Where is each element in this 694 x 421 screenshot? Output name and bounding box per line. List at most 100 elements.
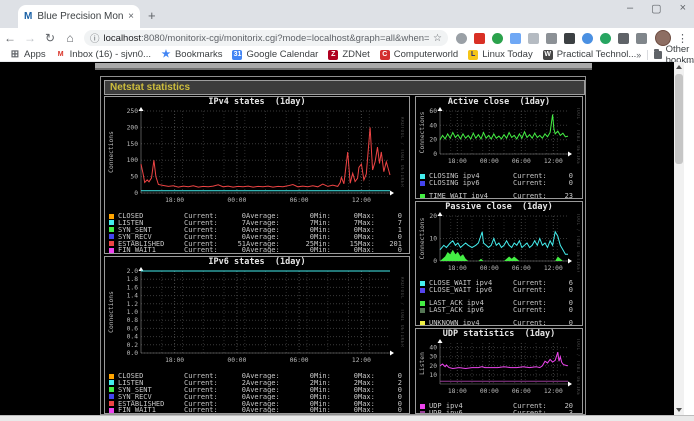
green-circle-extension-icon[interactable] xyxy=(600,33,611,44)
legend-swatch xyxy=(420,301,425,306)
svg-text:1.4: 1.4 xyxy=(127,293,139,300)
svg-text:00:00: 00:00 xyxy=(227,357,246,364)
svg-text:1.6: 1.6 xyxy=(127,284,139,291)
address-bar[interactable]: ⓘ localhost :8080/monitorix-cgi/monitori… xyxy=(84,30,448,46)
bookmark-item-5[interactable]: C Computerworld xyxy=(380,49,458,60)
scroll-down-arrow-icon[interactable] xyxy=(676,408,682,412)
ipv4-chart-title: IPv4 states (1day) xyxy=(105,97,409,107)
svg-text:00:00: 00:00 xyxy=(480,388,499,395)
blue-pages-extension-icon[interactable] xyxy=(510,33,521,44)
ipv4-states-graph[interactable]: 05010015020025018:0000:0006:0012:00Conne… xyxy=(105,107,404,205)
site-info-icon[interactable]: ⓘ xyxy=(90,31,100,45)
svg-text:18:00: 18:00 xyxy=(165,357,184,364)
svg-text:10: 10 xyxy=(429,372,437,379)
legend-row: FIN_WAIT2Current:0Average:0Min:0Max:0 xyxy=(109,253,409,254)
green-share-extension-icon[interactable] xyxy=(492,33,503,44)
legend-swatch xyxy=(420,194,425,199)
legend-swatch xyxy=(109,401,114,406)
svg-text:Listen: Listen xyxy=(419,352,426,375)
legend-swatch xyxy=(109,220,114,225)
svg-text:40: 40 xyxy=(429,122,437,129)
new-tab-button[interactable]: + xyxy=(148,8,156,23)
legend-swatch xyxy=(420,174,425,179)
blue-oval-extension-icon[interactable] xyxy=(582,33,593,44)
bookmark-favicon: C xyxy=(380,50,390,60)
puzzle-extension-icon[interactable] xyxy=(618,33,629,44)
bookmark-star-icon[interactable]: ☆ xyxy=(433,33,442,44)
svg-text:RRDTOOL / TOBI OETIKER: RRDTOOL / TOBI OETIKER xyxy=(575,212,580,272)
svg-text:06:00: 06:00 xyxy=(512,158,531,165)
bookmark-item-4[interactable]: Z ZDNet xyxy=(328,49,369,60)
svg-text:RRDTOOL / TOBI OETIKER: RRDTOOL / TOBI OETIKER xyxy=(399,277,404,348)
svg-text:1.8: 1.8 xyxy=(127,276,139,283)
ipv6-states-panel: IPv6 states (1day) 0.00.20.40.60.81.01.2… xyxy=(104,256,410,414)
scrollbar-thumb[interactable] xyxy=(675,74,683,164)
ipv6-chart-title: IPv6 states (1day) xyxy=(105,257,409,267)
legend-row: LAST_ACK ipv6Current:0 xyxy=(420,306,582,313)
forward-button[interactable]: → xyxy=(20,31,40,45)
extension-icons-row xyxy=(456,33,647,44)
monitorix-page: Netstat statistics IPv4 states (1day) 05… xyxy=(0,62,684,415)
window-close-button[interactable]: × xyxy=(680,2,686,15)
gray-page-extension-icon[interactable] xyxy=(528,33,539,44)
maximize-button[interactable]: ▢ xyxy=(651,2,661,15)
legend-swatch xyxy=(420,321,425,326)
active-close-graph[interactable]: 020406018:0000:0006:0012:00ConnectionsRR… xyxy=(416,107,580,165)
playlist-extension-icon[interactable] xyxy=(636,33,647,44)
udp-statistics-graph[interactable]: 1020304018:0000:0006:0012:00ListenRRDTOO… xyxy=(416,339,580,395)
svg-text:0.4: 0.4 xyxy=(127,334,139,341)
bookmark-item-3[interactable]: 31 Google Calendar xyxy=(232,49,318,60)
legend-row: UDP ipv4Current:20 xyxy=(420,402,582,409)
bookmark-item-6[interactable]: L Linux Today xyxy=(468,49,533,60)
browser-tab[interactable]: M Blue Precision Monitorix × xyxy=(18,5,140,28)
bookmark-favicon: ★ xyxy=(161,50,171,60)
legend-swatch xyxy=(109,248,114,253)
gmail-extension-icon[interactable] xyxy=(474,33,485,44)
legend-swatch xyxy=(109,374,114,379)
svg-text:Connections: Connections xyxy=(419,111,426,153)
reload-button[interactable]: ↻ xyxy=(40,31,60,45)
legend-swatch xyxy=(109,394,114,399)
tab-close-icon[interactable]: × xyxy=(128,11,134,22)
dark-square-extension-icon[interactable] xyxy=(564,33,575,44)
bookmark-item-7[interactable]: W Practical Technol... xyxy=(543,49,637,60)
svg-text:0.2: 0.2 xyxy=(127,342,139,349)
minimize-button[interactable]: – xyxy=(627,2,633,15)
page-scrollbar[interactable] xyxy=(674,62,684,415)
netstat-section: Netstat statistics IPv4 states (1day) 05… xyxy=(100,76,586,415)
bookmark-item-1[interactable]: M Inbox (16) - sjvn0... xyxy=(56,49,151,60)
svg-text:00:00: 00:00 xyxy=(480,265,499,272)
legend-swatch xyxy=(420,411,425,415)
svg-text:00:00: 00:00 xyxy=(480,158,499,165)
svg-text:18:00: 18:00 xyxy=(448,388,467,395)
passive-close-title: Passive close (1day) xyxy=(416,202,582,212)
previous-section-edge xyxy=(95,63,592,70)
bookmark-item-0[interactable]: ⊞ Apps xyxy=(10,49,46,60)
svg-text:18:00: 18:00 xyxy=(448,158,467,165)
section-title: Netstat statistics xyxy=(104,80,585,95)
svg-text:RRDTOOL / TOBI OETIKER: RRDTOOL / TOBI OETIKER xyxy=(575,339,580,395)
monitorix-favicon: M xyxy=(24,11,32,22)
legend-row: LAST_ACK ipv4Current:0 xyxy=(420,299,582,306)
ipv6-legend: CLOSEDCurrent:0Average:0Min:0Max:0LISTEN… xyxy=(105,370,409,414)
svg-text:12:00: 12:00 xyxy=(352,197,371,204)
legend-swatch xyxy=(420,404,425,409)
svg-text:06:00: 06:00 xyxy=(512,388,531,395)
cast-extension-icon[interactable] xyxy=(546,33,557,44)
svg-text:06:00: 06:00 xyxy=(512,265,531,272)
svg-text:0: 0 xyxy=(433,258,437,265)
passive-close-graph[interactable]: 0102018:0000:0006:0012:00ConnectionsRRDT… xyxy=(416,212,580,272)
magnifier-extension-icon[interactable] xyxy=(456,33,467,44)
bookmark-favicon: M xyxy=(56,50,66,60)
scroll-up-arrow-icon[interactable] xyxy=(676,65,682,69)
ipv4-legend: CLOSEDCurrent:0Average:0Min:0Max:0LISTEN… xyxy=(105,210,409,254)
legend-swatch xyxy=(420,181,425,186)
legend-row: SYN_RECVCurrent:0Average:0Min:0Max:0 xyxy=(109,233,409,240)
legend-row: UNKNOWN ipv4Current:0 xyxy=(420,319,582,326)
bookmark-favicon: W xyxy=(543,50,553,60)
home-button[interactable]: ⌂ xyxy=(60,31,80,45)
ipv6-states-graph[interactable]: 0.00.20.40.60.81.01.21.41.61.82.018:0000… xyxy=(105,267,404,365)
back-button[interactable]: ← xyxy=(0,31,20,45)
bookmarks-overflow-icon[interactable]: » xyxy=(636,50,641,60)
bookmark-item-2[interactable]: ★ Bookmarks xyxy=(161,49,223,60)
